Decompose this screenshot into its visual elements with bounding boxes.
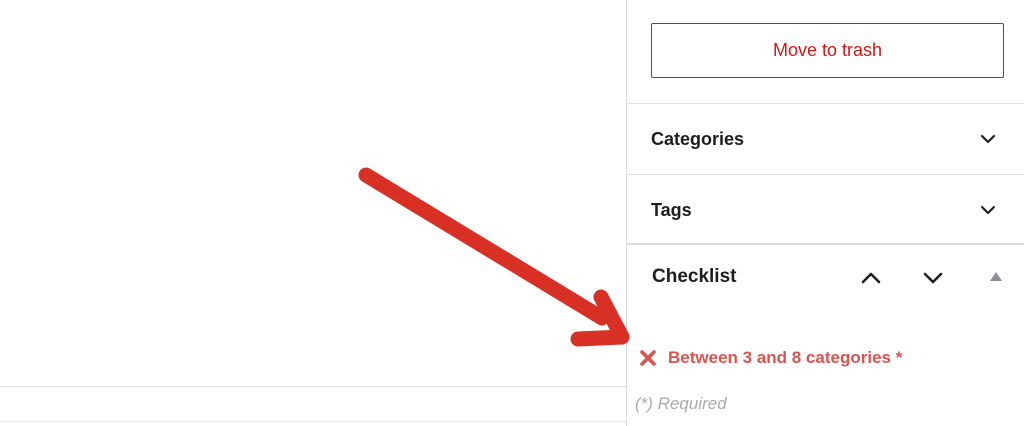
panel-tags[interactable]: Tags xyxy=(627,175,1024,245)
editor-divider xyxy=(0,386,626,387)
panel-categories[interactable]: Categories xyxy=(627,104,1024,174)
required-note: (*) Required xyxy=(635,394,727,413)
requirement-text: Between 3 and 8 categories * xyxy=(668,348,903,367)
panel-tags-title: Tags xyxy=(651,200,692,220)
chevron-down-icon[interactable] xyxy=(978,200,998,220)
chevron-down-icon[interactable] xyxy=(978,129,998,149)
chevron-down-icon[interactable] xyxy=(919,264,947,292)
panel-categories-title: Categories xyxy=(651,129,745,149)
settings-sidebar: Move to trash Categories Tags Checklist xyxy=(626,0,1024,426)
triangle-up-icon[interactable] xyxy=(989,270,1003,282)
checklist-title: Checklist xyxy=(652,266,737,287)
x-icon xyxy=(640,350,656,366)
checklist-requirement: Between 3 and 8 categories * xyxy=(639,346,902,370)
move-to-trash-button[interactable]: Move to trash xyxy=(651,23,1004,78)
chevron-up-icon[interactable] xyxy=(857,264,885,292)
editor-canvas xyxy=(0,0,626,426)
sidebar-divider xyxy=(627,243,1024,245)
